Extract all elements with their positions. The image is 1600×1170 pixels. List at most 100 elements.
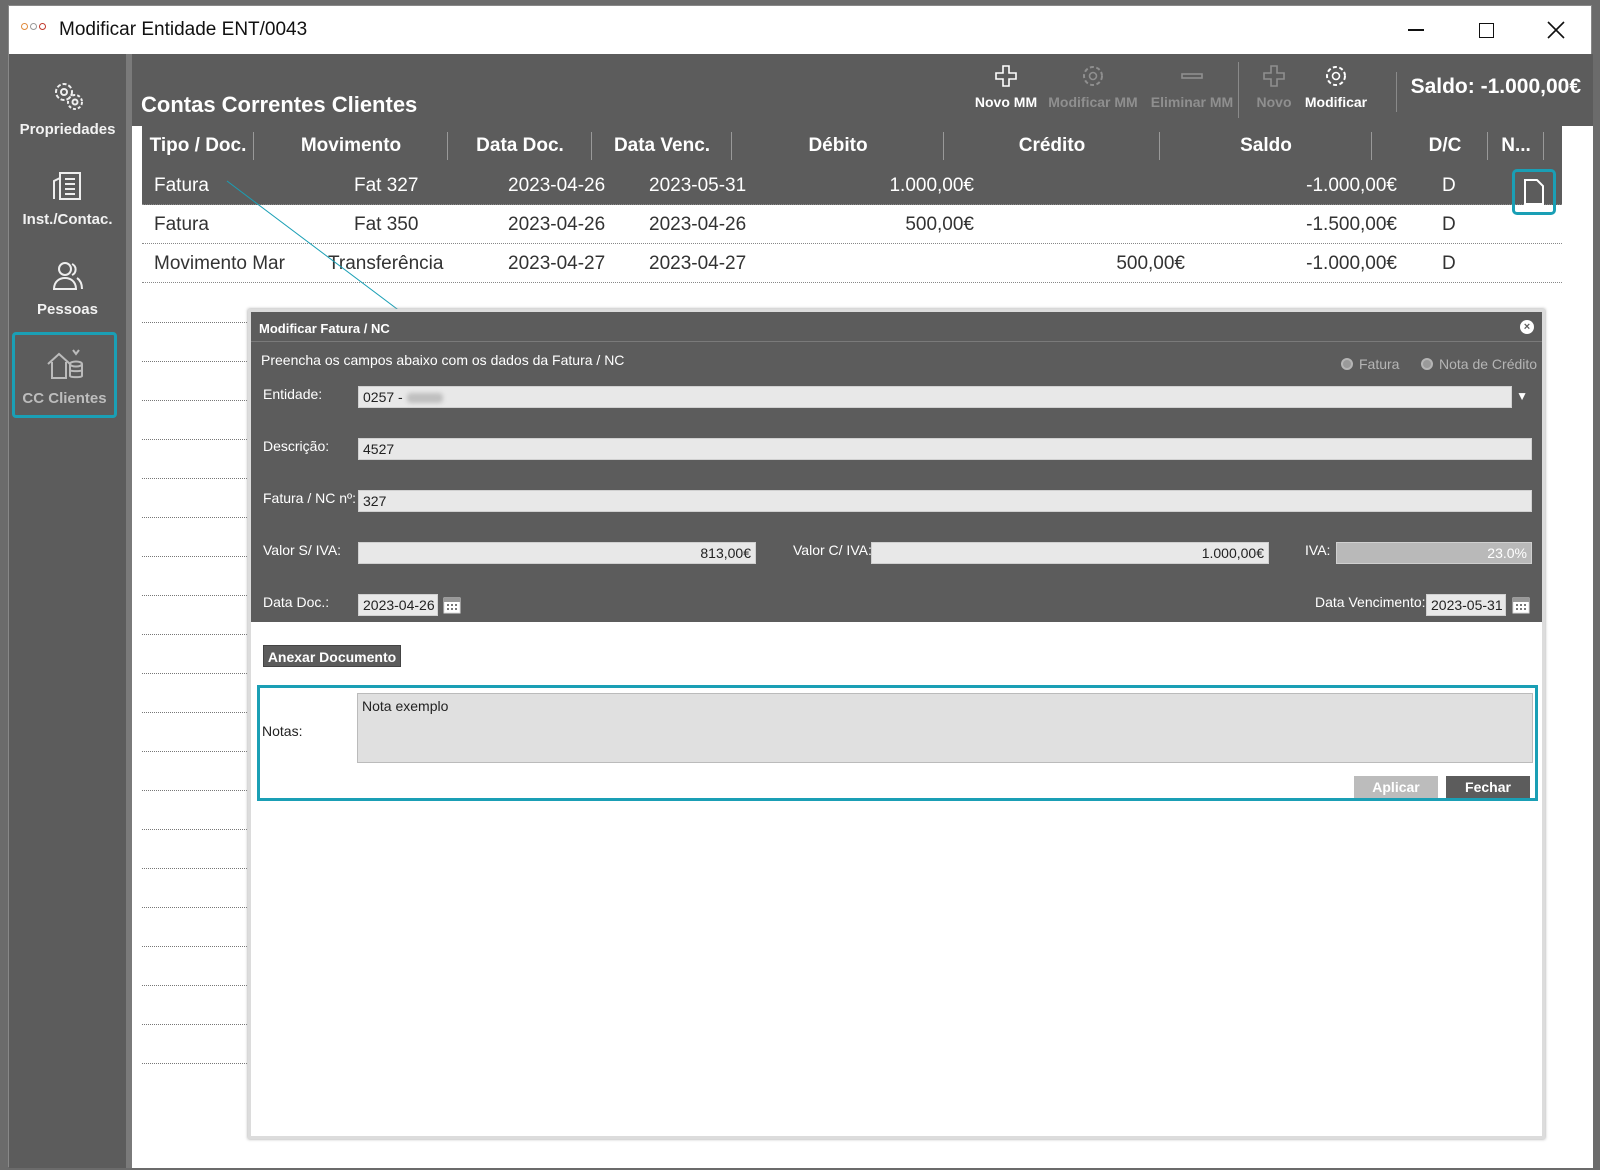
iva-input[interactable]: 23.0% [1336, 542, 1532, 564]
close-button[interactable] [1521, 6, 1591, 54]
sidebar-item-label: Pessoas [37, 301, 98, 318]
empty-row-line [142, 1063, 257, 1064]
table-row[interactable]: Fatura Fat 350 2023-04-26 2023-04-26 500… [142, 205, 1562, 244]
label-data-doc: Data Doc.: [263, 594, 330, 610]
empty-row-line [142, 985, 257, 986]
fatura-nc-input[interactable]: 327 [358, 490, 1532, 512]
col-data-doc[interactable]: Data Doc. [448, 126, 592, 166]
col-debito[interactable]: Débito [732, 126, 944, 166]
radio-nota-credito[interactable]: Nota de Crédito [1421, 356, 1537, 372]
dialog-title: Modificar Fatura / NC [259, 321, 390, 336]
cell-data-venc: 2023-05-31 [649, 175, 747, 196]
label-iva: IVA: [1305, 542, 1331, 558]
radio-fatura[interactable]: Fatura [1341, 356, 1399, 372]
valor-com-iva-input[interactable]: 1.000,00€ [871, 542, 1269, 564]
sidebar-item-cc-clientes[interactable]: CC Clientes [12, 332, 117, 418]
novo-mm-button[interactable]: Novo MM [956, 64, 1056, 120]
chevron-down-icon[interactable]: ▼ [1516, 389, 1528, 403]
label-fatura-nc: Fatura / NC nº: [263, 490, 357, 506]
col-dc[interactable]: D/C [1402, 126, 1488, 166]
cell-movimento: Fat 350 [354, 214, 419, 235]
label-entidade: Entidade: [263, 386, 323, 402]
dialog-instructions: Preencha os campos abaixo com os dados d… [261, 352, 625, 368]
cell-debito: 1.000,00€ [889, 175, 974, 196]
empty-row-line [142, 751, 257, 752]
dialog-close-button[interactable]: × [1520, 320, 1534, 334]
plus-icon [995, 65, 1017, 87]
empty-row-line [142, 361, 257, 362]
app-logo-icon [21, 23, 49, 37]
plus-icon [1263, 65, 1285, 87]
close-icon: × [1523, 321, 1531, 333]
cell-data-doc: 2023-04-26 [508, 175, 606, 196]
col-tipo[interactable]: Tipo / Doc. [142, 126, 254, 166]
empty-row-line [142, 439, 257, 440]
table-row[interactable]: Movimento Mar Transferência 2023-04-27 2… [142, 244, 1562, 283]
cell-dc: D [1442, 253, 1456, 274]
page-title: Contas Correntes Clientes [141, 92, 418, 117]
col-notas[interactable]: N... [1488, 126, 1544, 166]
modificar-mm-label: Modificar MM [1048, 94, 1138, 110]
descricao-input[interactable]: 4527 [358, 438, 1532, 460]
table-row[interactable]: Fatura Fat 327 2023-04-26 2023-05-31 1.0… [142, 166, 1562, 205]
cell-data-venc: 2023-04-26 [649, 214, 747, 235]
notas-textarea[interactable]: Nota exemplo [357, 693, 1533, 763]
calendar-icon[interactable] [443, 596, 461, 614]
col-saldo[interactable]: Saldo [1160, 126, 1372, 166]
data-doc-input[interactable]: 2023-04-26 [358, 594, 438, 616]
close-icon [1547, 21, 1565, 39]
dialog-titlebar: Modificar Fatura / NC × [251, 312, 1542, 342]
data-vencimento-input[interactable]: 2023-05-31 [1426, 594, 1506, 616]
sidebar-item-label: Propriedades [19, 121, 116, 138]
entidade-value: 0257 - [363, 389, 403, 405]
empty-row-line [142, 400, 257, 401]
entidade-select[interactable]: 0257 - [358, 386, 1512, 408]
sidebar-item-propriedades[interactable]: Propriedades [9, 60, 126, 146]
people-icon [52, 262, 83, 290]
cell-dc: D [1442, 175, 1456, 196]
table-header: Tipo / Doc. Movimento Data Doc. Data Ven… [142, 126, 1562, 166]
cell-debito: 500,00€ [905, 214, 974, 235]
coins-icon [46, 349, 83, 379]
calendar-icon[interactable] [1512, 596, 1530, 614]
cell-saldo: -1.000,00€ [1306, 253, 1397, 274]
modificar-button[interactable]: Modificar [1286, 64, 1386, 120]
empty-row-line [142, 1024, 257, 1025]
main-header: Contas Correntes Clientes Novo MM Modifi… [132, 54, 1593, 126]
saldo-total: Saldo: -1.000,00€ [1395, 72, 1581, 112]
label-valor-si: Valor S/ IVA: [263, 542, 342, 558]
sidebar-item-label: Inst./Contac. [22, 211, 113, 228]
label-valor-ci: Valor C/ IVA: [793, 542, 872, 558]
col-data-venc[interactable]: Data Venc. [592, 126, 732, 166]
aplicar-button[interactable]: Aplicar [1354, 776, 1438, 798]
title-bar: Modificar Entidade ENT/0043 [9, 6, 1591, 54]
sidebar-item-pessoas[interactable]: Pessoas [9, 240, 126, 326]
empty-row-line [142, 556, 257, 557]
col-credito[interactable]: Crédito [944, 126, 1160, 166]
radio-fatura-label: Fatura [1359, 356, 1400, 372]
document-icon [1524, 179, 1544, 205]
maximize-button[interactable] [1451, 6, 1521, 54]
minus-icon [1181, 73, 1203, 79]
cell-tipo: Movimento Mar [154, 253, 285, 274]
radio-dot-icon [1421, 358, 1433, 370]
sidebar: Propriedades Inst./Contac. Pessoas CC Cl… [9, 54, 126, 1168]
col-movimento[interactable]: Movimento [254, 126, 448, 166]
empty-row-line [142, 517, 257, 518]
empty-row-line [142, 946, 257, 947]
sidebar-item-inst-contac[interactable]: Inst./Contac. [9, 150, 126, 236]
minimize-button[interactable] [1381, 6, 1451, 54]
modify-invoice-dialog: Modificar Fatura / NC × Preencha os camp… [248, 309, 1545, 1139]
minimize-icon [1408, 29, 1424, 31]
modificar-mm-button[interactable]: Modificar MM [1043, 64, 1143, 120]
empty-row-line [142, 322, 257, 323]
window-title: Modificar Entidade ENT/0043 [59, 19, 308, 40]
fechar-button[interactable]: Fechar [1446, 776, 1530, 798]
building-icon [52, 172, 81, 200]
attachment-highlight[interactable] [1512, 169, 1556, 215]
gear-icon [1083, 66, 1103, 86]
anexar-documento-button[interactable]: Anexar Documento [263, 645, 401, 667]
valor-sem-iva-input[interactable]: 813,00€ [358, 542, 756, 564]
empty-row-line [142, 673, 257, 674]
cell-movimento: Transferência [328, 253, 444, 274]
